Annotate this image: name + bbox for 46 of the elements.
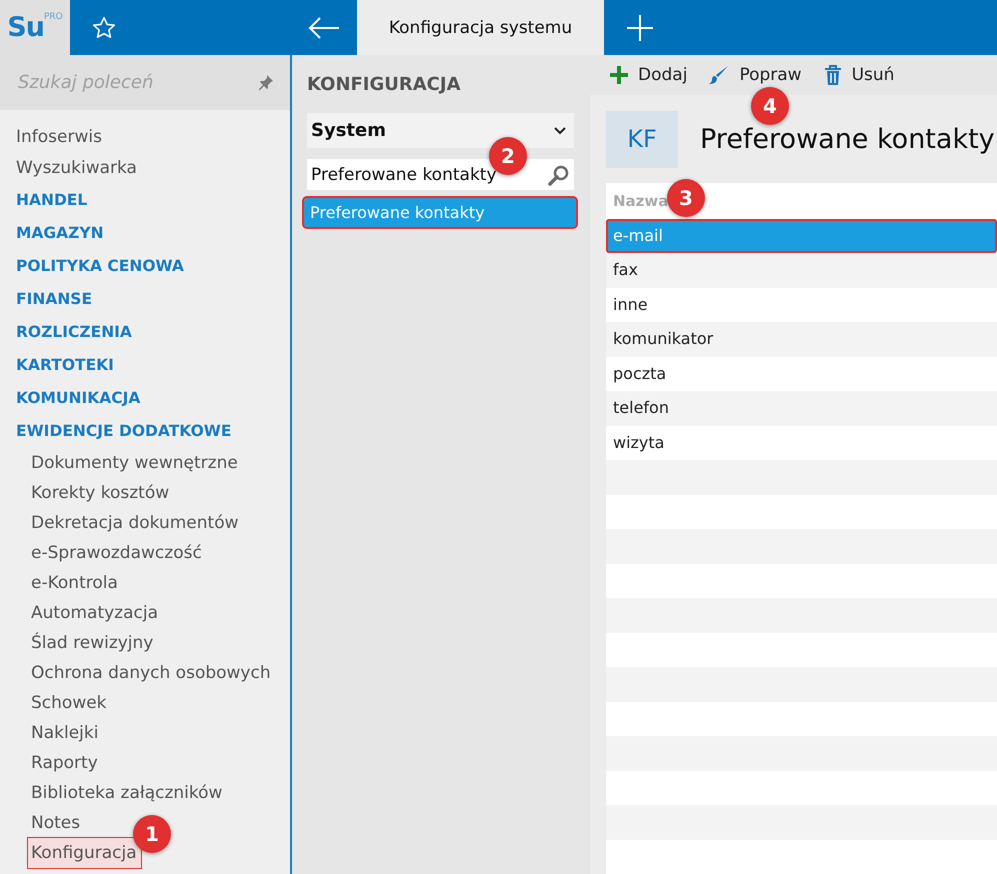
back-arrow-icon[interactable] [306,16,340,40]
menu-section[interactable]: FINANSE [16,283,290,316]
table-row[interactable]: komunikator [606,322,997,356]
pin-icon[interactable] [256,74,274,92]
search-icon[interactable] [548,164,570,186]
table-row[interactable]: fax [606,253,997,288]
menu-item[interactable]: Ślad rewizyjny [28,628,158,658]
panel-title: Preferowane kontakty [700,124,995,154]
menu-section[interactable]: EWIDENCJE DODATKOWE [16,415,290,448]
menu-item[interactable]: e-Kontrola [28,568,122,598]
brush-icon [709,64,730,85]
trash-icon [824,64,842,85]
chevron-down-icon [554,126,566,134]
menu-item[interactable]: Notes [28,808,84,838]
menu-item[interactable]: Naklejki [28,718,102,748]
add-button[interactable]: Dodaj [608,60,690,89]
menu-item[interactable]: Schowek [28,688,111,718]
menu-section[interactable]: MAGAZYN [16,217,290,250]
menu-item[interactable]: e-Sprawozdawczość [28,538,206,568]
menu-item[interactable]: Wyszukiwarka [16,153,290,184]
menu-section[interactable]: POLITYKA CENOWA [16,250,290,283]
menu-item[interactable]: Ochrona danych osobowych [28,658,275,688]
menu-section[interactable]: KARTOTEKI [16,349,290,382]
plus-icon [610,66,628,84]
search-field[interactable]: Szukaj poleceń [0,55,290,110]
search-input[interactable]: Szukaj poleceń [16,71,256,94]
menu-item[interactable]: Korekty kosztów [28,478,174,508]
tab[interactable]: Konfiguracja systemu [357,0,604,55]
table-row[interactable]: telefon [606,391,997,426]
initials-tile: KF [606,110,678,168]
menu-item[interactable]: Raporty [28,748,102,778]
star-icon[interactable] [91,14,117,40]
menu-item[interactable]: Dekretacja dokumentów [28,508,242,538]
edit-button[interactable]: Popraw [707,60,804,89]
menu-section[interactable]: ROZLICZENIA [16,316,290,349]
category-dropdown[interactable]: System [307,113,574,148]
menu-item[interactable]: Automatyzacja [28,598,162,628]
menu-item[interactable]: Biblioteka załączników [28,778,226,808]
delete-button[interactable]: Usuń [822,60,896,89]
menu-item[interactable]: Dokumenty wewnętrzne [28,448,242,478]
menu-item[interactable]: Konfiguracja [28,838,141,868]
plus-icon[interactable] [626,14,654,42]
menu-section[interactable]: HANDEL [16,184,290,217]
menu-section[interactable]: KOMUNIKACJA [16,382,290,415]
menu-item[interactable]: Infoserwis [16,122,290,153]
section-title: KONFIGURACJA [307,73,462,97]
